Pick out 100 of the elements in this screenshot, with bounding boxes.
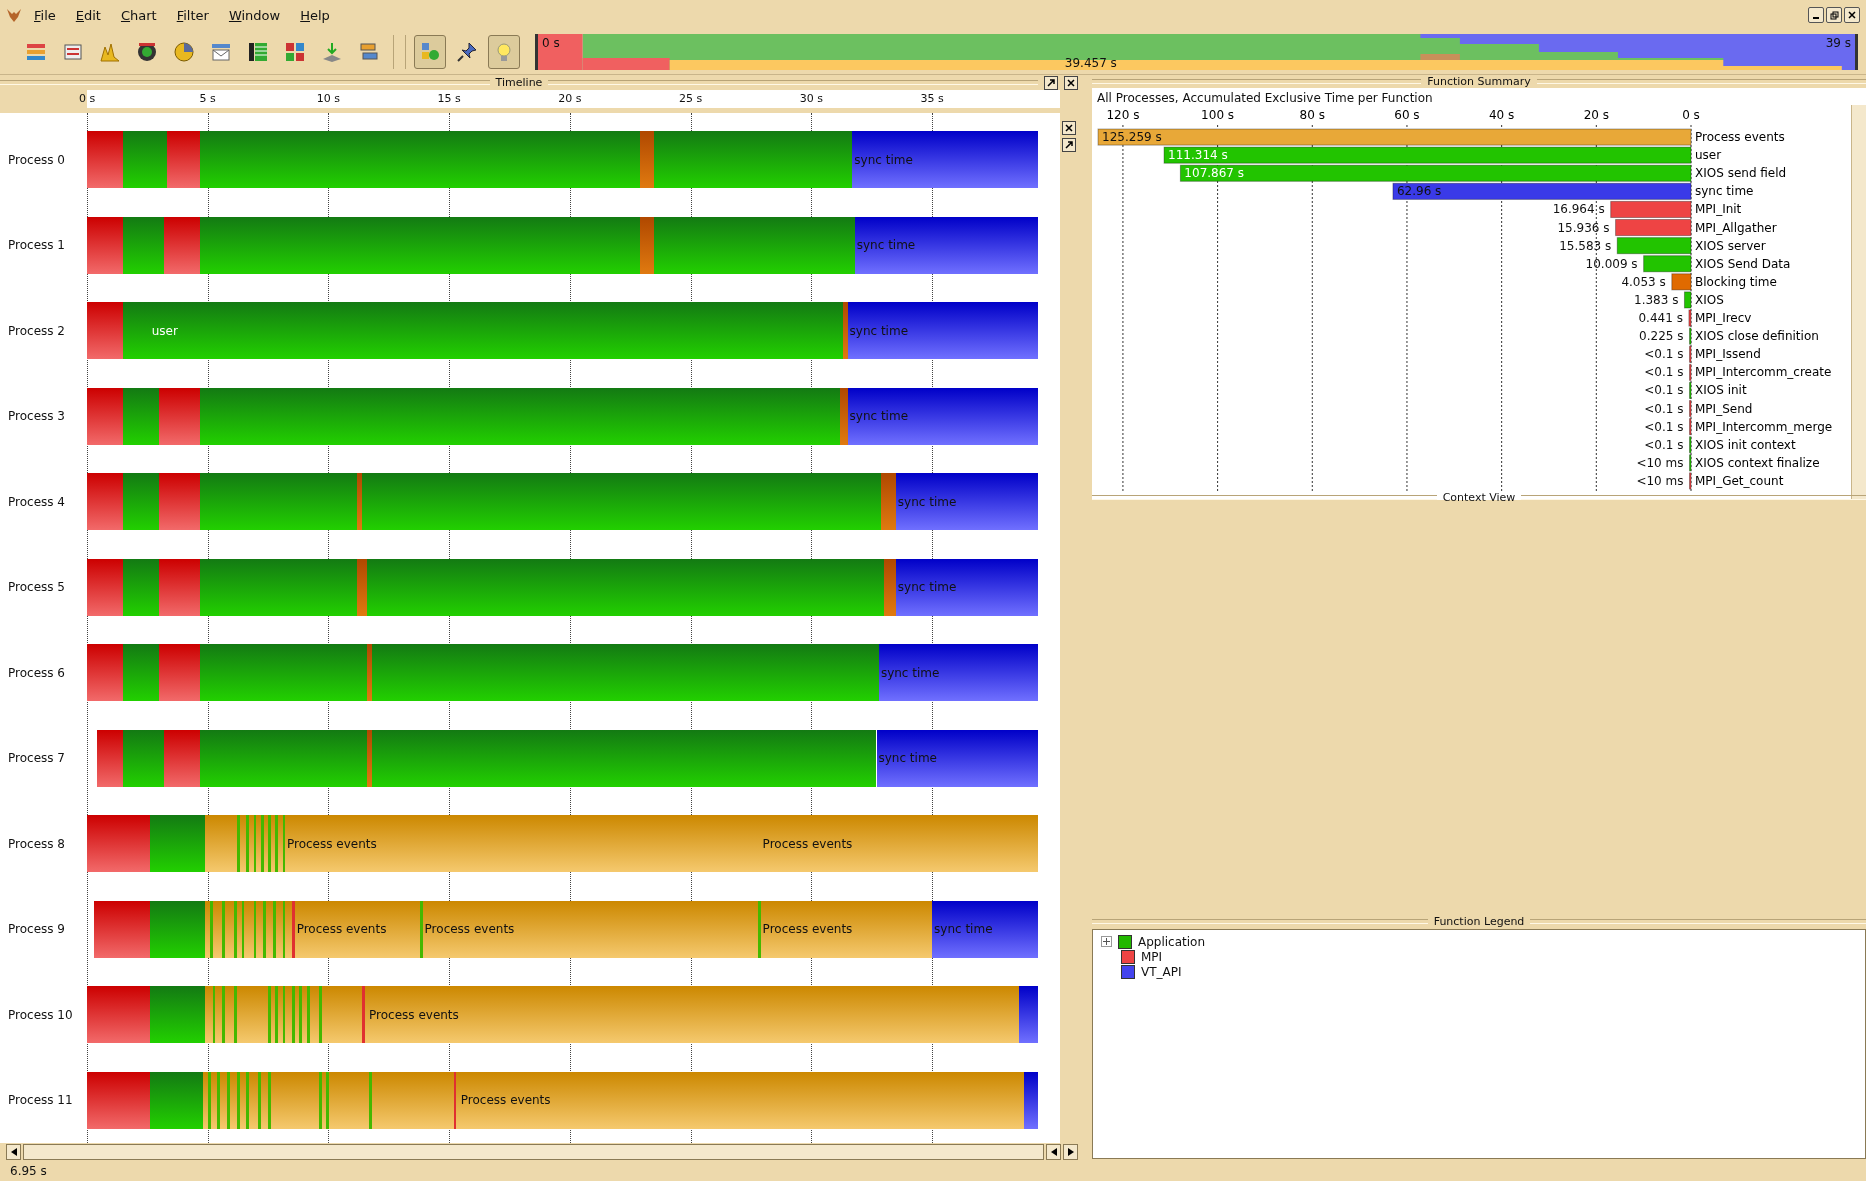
event-stripe bbox=[263, 900, 267, 958]
restore-icon bbox=[1829, 10, 1839, 20]
event-stripe bbox=[210, 900, 213, 958]
mpi-segment bbox=[159, 473, 201, 531]
scroll-right-button[interactable] bbox=[1063, 1144, 1078, 1160]
segment-label: Process events bbox=[295, 922, 387, 937]
segment-label: sync time bbox=[933, 922, 993, 937]
scroll-left-button[interactable] bbox=[6, 1144, 21, 1160]
value-label: 15.583 s bbox=[1559, 238, 1612, 253]
close-icon[interactable] bbox=[1062, 121, 1076, 135]
left-arrow-icon bbox=[1050, 1148, 1057, 1156]
value-label: <0.1 s bbox=[1644, 401, 1684, 416]
float-icon[interactable] bbox=[1062, 138, 1076, 152]
event-stripe bbox=[318, 986, 322, 1044]
menu-item[interactable]: Window bbox=[220, 5, 289, 25]
scroll-left-button[interactable] bbox=[1046, 1144, 1061, 1160]
process-name: Process 9 bbox=[7, 922, 66, 937]
value-label: 0.441 s bbox=[1638, 311, 1683, 325]
menu-item[interactable]: Filter bbox=[168, 5, 217, 25]
overview-chart[interactable]: 0 s 39.457 s 39 s bbox=[535, 34, 1858, 70]
event-stripe bbox=[241, 900, 245, 958]
legend-label[interactable]: Application bbox=[1138, 934, 1206, 949]
mpi-segment bbox=[87, 216, 124, 274]
process-name: Process 7 bbox=[7, 751, 66, 766]
close-button[interactable] bbox=[1844, 7, 1860, 23]
left-arrow-icon bbox=[10, 1148, 17, 1156]
function-name: MPI_Send bbox=[1695, 401, 1753, 416]
segment-label: sync time bbox=[879, 665, 940, 680]
mpi-segment bbox=[87, 644, 124, 702]
menu-item[interactable]: File bbox=[26, 5, 64, 25]
process-name: Process 2 bbox=[7, 323, 66, 338]
menu-item[interactable]: Edit bbox=[67, 5, 109, 25]
function-name: MPI_Issend bbox=[1695, 347, 1761, 362]
matrix-icon bbox=[284, 41, 306, 63]
function-name: MPI_Irecv bbox=[1695, 311, 1752, 325]
menu-item[interactable]: Chart bbox=[112, 5, 165, 25]
event-stripe bbox=[253, 815, 257, 873]
menu-item[interactable]: Help bbox=[292, 5, 338, 25]
blocking-segment bbox=[357, 473, 363, 531]
value-label: 1.383 s bbox=[1634, 292, 1679, 307]
legend-label[interactable]: VT_API bbox=[1141, 964, 1182, 979]
segment-label: sync time bbox=[855, 238, 916, 253]
value-label: 62.96 s bbox=[1396, 184, 1442, 199]
axis-tick-label: 40 s bbox=[1488, 108, 1515, 122]
event-stripe bbox=[268, 986, 271, 1044]
segment-label: Process events bbox=[368, 1007, 459, 1022]
blocking-segment bbox=[842, 302, 848, 360]
axis-tick-label: 10 s bbox=[316, 92, 341, 105]
mpi-segment bbox=[96, 729, 124, 787]
mpi-segment bbox=[87, 473, 124, 531]
axis-tick-label: 20 s bbox=[558, 92, 582, 105]
event-stripe bbox=[246, 815, 250, 873]
event-stripe bbox=[222, 986, 226, 1044]
event-stripe bbox=[260, 815, 264, 873]
restore-button[interactable] bbox=[1826, 7, 1842, 23]
gauge-icon bbox=[136, 41, 158, 63]
mpi-segment bbox=[159, 387, 201, 445]
counter-chart-icon bbox=[99, 41, 121, 63]
axis-tick-label: 5 s bbox=[199, 92, 216, 105]
close-icon[interactable] bbox=[1064, 75, 1078, 90]
float-icon[interactable] bbox=[1044, 75, 1058, 90]
process-name: Process 4 bbox=[7, 494, 66, 509]
process-name: Process 8 bbox=[7, 836, 66, 851]
panel-title: Function Summary bbox=[1427, 75, 1531, 88]
function-name: XIOS send field bbox=[1695, 166, 1787, 181]
segment-label: user bbox=[150, 323, 178, 338]
mpi-segment bbox=[87, 558, 124, 616]
app-logo-icon bbox=[6, 7, 22, 23]
legend-label[interactable]: MPI bbox=[1141, 949, 1163, 964]
event-stripe bbox=[282, 986, 286, 1044]
segment-label: Process events bbox=[459, 1093, 551, 1108]
event-stripe bbox=[318, 1071, 322, 1129]
close-icon bbox=[1848, 11, 1856, 19]
blocking-segment bbox=[881, 473, 896, 531]
right-arrow-icon bbox=[1067, 1148, 1074, 1156]
function-name: MPI_Intercomm_create bbox=[1695, 365, 1832, 380]
mpi-segment bbox=[159, 558, 201, 616]
function-name: MPI_Init bbox=[1695, 202, 1742, 217]
vertical-scrollbar[interactable] bbox=[1851, 105, 1866, 500]
value-label: 125.259 s bbox=[1102, 130, 1162, 144]
expand-icon[interactable] bbox=[1101, 936, 1112, 947]
axis-tick-label: 30 s bbox=[799, 92, 823, 105]
function-name: sync time bbox=[1695, 184, 1754, 199]
mpi-segment bbox=[87, 986, 150, 1044]
event-stripe bbox=[292, 986, 296, 1044]
event-stripe bbox=[236, 815, 240, 873]
segment-label: Process events bbox=[761, 922, 853, 937]
minimize-button[interactable] bbox=[1808, 7, 1824, 23]
panel-title: Timeline bbox=[495, 76, 543, 89]
event-stripe bbox=[258, 1071, 262, 1129]
event-stripe bbox=[299, 986, 303, 1044]
event-stripe bbox=[212, 986, 216, 1044]
application-segment bbox=[123, 216, 165, 274]
event-stripe bbox=[227, 1071, 230, 1129]
download-icon bbox=[321, 41, 343, 63]
value-label: 0.225 s bbox=[1639, 329, 1684, 344]
horizontal-scrollbar[interactable] bbox=[23, 1144, 1044, 1160]
list-icon bbox=[247, 41, 269, 63]
panel-title: Function Legend bbox=[1433, 915, 1525, 928]
application-segment bbox=[149, 1071, 203, 1129]
